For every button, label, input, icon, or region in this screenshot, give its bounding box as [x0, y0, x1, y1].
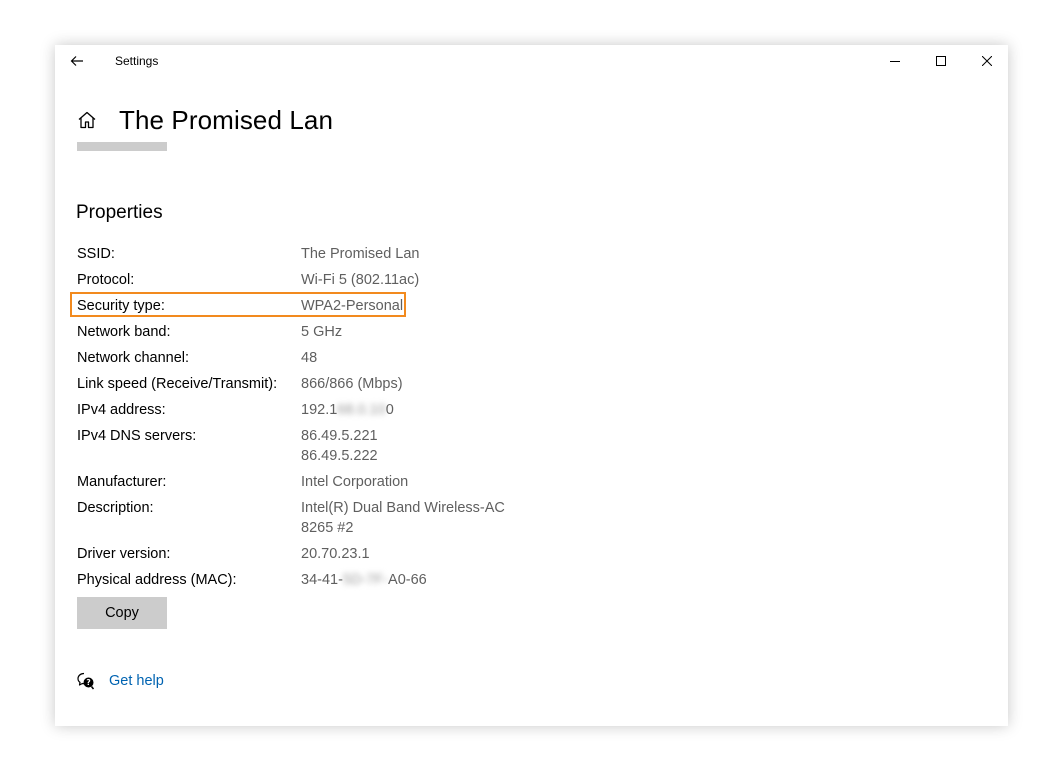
- value-line: 8265 #2: [301, 520, 354, 536]
- property-row-ipv4-dns: IPv4 DNS servers: 86.49.5.221 86.49.5.22…: [77, 426, 505, 466]
- get-help-label: Get help: [109, 673, 164, 689]
- property-row-network-band: Network band: 5 GHz: [77, 322, 505, 342]
- value-line: 86.49.5.221: [301, 428, 378, 444]
- minimize-icon: [890, 61, 900, 62]
- property-value: 48: [301, 350, 318, 366]
- maximize-icon: [936, 56, 946, 66]
- property-label: Protocol:: [77, 272, 135, 288]
- maximize-button[interactable]: [918, 45, 964, 77]
- property-label: Network channel:: [77, 350, 190, 366]
- property-value: 34-41-5D-7F-A0-66: [301, 570, 427, 590]
- page-header: The Promised Lan: [77, 102, 333, 138]
- back-button[interactable]: [65, 49, 89, 73]
- back-arrow-icon: [70, 56, 83, 66]
- property-label: Manufacturer:: [77, 474, 167, 490]
- property-row-description: Description: Intel(R) Dual Band Wireless…: [77, 498, 505, 538]
- copy-button[interactable]: Copy: [77, 597, 167, 629]
- minimize-button[interactable]: [872, 45, 918, 77]
- property-row-network-channel: Network channel: 48: [77, 348, 505, 368]
- title-bar: Settings: [55, 45, 1008, 77]
- property-label: Link speed (Receive/Transmit):: [77, 376, 278, 392]
- property-value: 866/866 (Mbps): [301, 376, 403, 392]
- property-label: Description:: [77, 500, 154, 516]
- settings-window: Settings The Promised Lan Properties SSI…: [55, 45, 1008, 726]
- property-label: Physical address (MAC):: [77, 572, 237, 588]
- close-icon: [982, 56, 992, 66]
- property-row-security-type: Security type: WPA2-Personal: [70, 292, 505, 317]
- properties-list: SSID: The Promised Lan Protocol: Wi-Fi 5…: [70, 244, 505, 596]
- value-line: 86.49.5.222: [301, 448, 378, 464]
- property-value: The Promised Lan: [301, 246, 420, 262]
- property-row-mac-address: Physical address (MAC): 34-41-5D-7F-A0-6…: [77, 570, 505, 590]
- property-row-manufacturer: Manufacturer: Intel Corporation: [77, 472, 505, 492]
- property-label: Network band:: [77, 324, 171, 340]
- property-value: 5 GHz: [301, 324, 343, 340]
- svg-text:?: ?: [86, 678, 90, 687]
- redacted-status-bar: [77, 142, 167, 151]
- property-label: IPv4 address:: [77, 402, 166, 418]
- property-label: IPv4 DNS servers:: [77, 428, 197, 444]
- get-help-link[interactable]: ? Get help: [77, 672, 164, 690]
- properties-heading: Properties: [76, 202, 163, 223]
- property-label: Driver version:: [77, 546, 171, 562]
- property-row-link-speed: Link speed (Receive/Transmit): 866/866 (…: [77, 374, 505, 394]
- property-label: SSID:: [77, 246, 115, 262]
- home-icon[interactable]: [77, 110, 97, 130]
- value-line: Intel(R) Dual Band Wireless-AC: [301, 500, 505, 516]
- close-button[interactable]: [964, 45, 1010, 77]
- property-value: Intel Corporation: [301, 474, 409, 490]
- highlight-box: [70, 292, 406, 317]
- value-prefix: 192.1: [301, 402, 338, 418]
- property-row-protocol: Protocol: Wi-Fi 5 (802.11ac): [77, 270, 505, 290]
- value-suffix: 0: [385, 402, 394, 418]
- property-row-driver-version: Driver version: 20.70.23.1: [77, 544, 505, 564]
- property-value: Intel(R) Dual Band Wireless-AC 8265 #2: [301, 498, 505, 538]
- redacted-value: 5D-7F-: [342, 572, 389, 588]
- property-value: 192.168.0.100: [301, 400, 394, 420]
- value-prefix: 34-41-: [301, 572, 343, 588]
- redacted-value: 68.0.10: [337, 402, 386, 418]
- app-title: Settings: [115, 54, 159, 68]
- page-title: The Promised Lan: [119, 104, 334, 135]
- property-row-ipv4-address: IPv4 address: 192.168.0.100: [77, 400, 505, 420]
- value-suffix: A0-66: [388, 572, 427, 588]
- property-row-ssid: SSID: The Promised Lan: [77, 244, 505, 264]
- help-chat-icon: ?: [77, 672, 95, 690]
- property-value: 86.49.5.221 86.49.5.222: [301, 426, 378, 466]
- property-value: Wi-Fi 5 (802.11ac): [301, 272, 420, 288]
- property-value: 20.70.23.1: [301, 546, 370, 562]
